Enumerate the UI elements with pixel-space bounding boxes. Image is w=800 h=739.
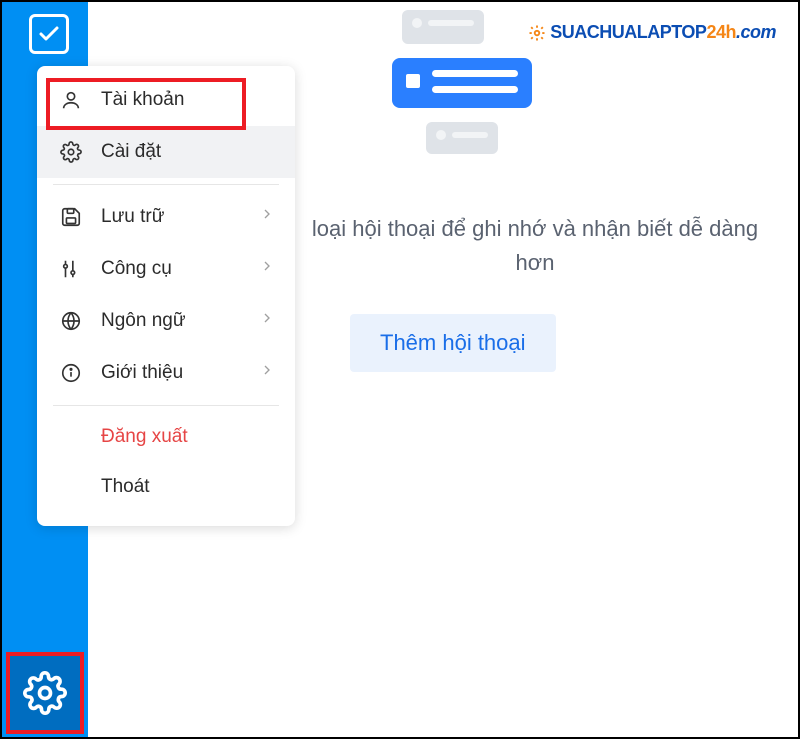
menu-divider <box>53 405 279 406</box>
menu-label: Ngôn ngữ <box>101 310 186 332</box>
add-conversation-button[interactable]: Thêm hội thoại <box>350 314 556 372</box>
user-icon <box>59 88 83 112</box>
menu-label: Đăng xuất <box>101 426 188 448</box>
menu-label: Cài đặt <box>101 141 161 163</box>
save-icon <box>59 205 83 229</box>
bubble-blue-icon <box>392 58 532 108</box>
chevron-right-icon <box>259 258 275 280</box>
gear-icon <box>528 24 546 42</box>
sliders-icon <box>59 257 83 281</box>
menu-item-exit[interactable]: Thoát <box>37 462 295 512</box>
settings-popup-menu: Tài khoản Cài đặt Lưu trữ Công cụ Ngôn n… <box>37 66 295 526</box>
watermark-text-3: .com <box>736 22 776 42</box>
chevron-right-icon <box>259 206 275 228</box>
menu-label: Giới thiệu <box>101 362 183 384</box>
menu-label: Công cụ <box>101 258 172 280</box>
settings-button[interactable] <box>6 652 84 734</box>
empty-state-hint: loại hội thoại để ghi nhớ và nhận biết d… <box>300 212 770 280</box>
watermark-logo: SUACHUALAPTOP24h.com <box>528 22 776 43</box>
bubble-gray-icon <box>402 10 484 44</box>
globe-icon <box>59 309 83 333</box>
menu-label: Tài khoản <box>101 89 184 111</box>
chevron-right-icon <box>259 362 275 384</box>
checkmark-icon[interactable] <box>29 14 69 54</box>
gear-icon <box>59 140 83 164</box>
menu-divider <box>53 184 279 185</box>
menu-item-settings[interactable]: Cài đặt <box>37 126 295 178</box>
watermark-text-2: 24h <box>706 22 736 42</box>
menu-item-about[interactable]: Giới thiệu <box>37 347 295 399</box>
menu-label: Lưu trữ <box>101 206 164 228</box>
menu-item-language[interactable]: Ngôn ngữ <box>37 295 295 347</box>
watermark-text-1: SUACHUALAPTOP <box>550 22 706 42</box>
info-icon <box>59 361 83 385</box>
menu-label: Thoát <box>101 476 150 498</box>
menu-item-account[interactable]: Tài khoản <box>37 74 295 126</box>
menu-item-tools[interactable]: Công cụ <box>37 243 295 295</box>
bubble-gray-icon <box>426 122 498 154</box>
menu-item-logout[interactable]: Đăng xuất <box>37 412 295 462</box>
menu-item-storage[interactable]: Lưu trữ <box>37 191 295 243</box>
chevron-right-icon <box>259 310 275 332</box>
